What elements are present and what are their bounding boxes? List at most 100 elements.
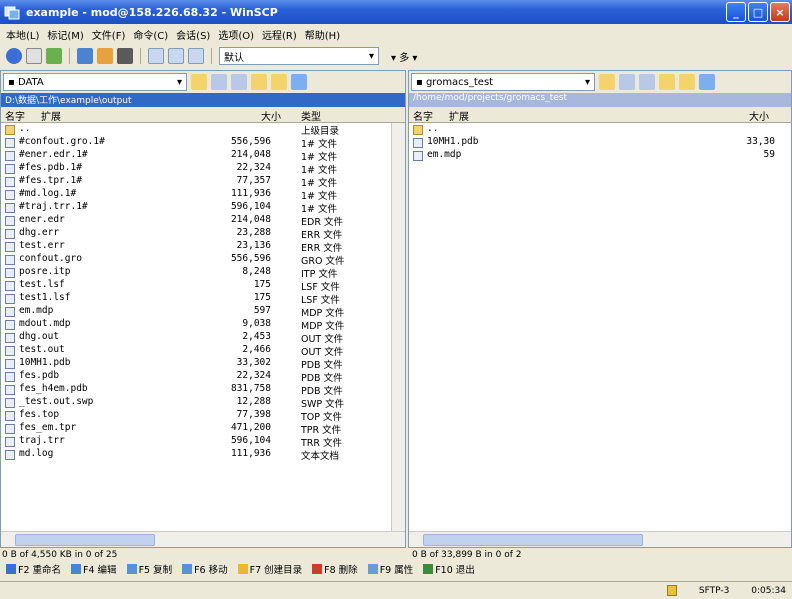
menu-help[interactable]: 帮助(H) [305,27,340,42]
root-dir-icon[interactable] [271,74,287,90]
file-row[interactable]: #fes.pdb.1# 22,324 1# 文件 [1,162,391,176]
file-row[interactable]: test.lsf 175 LSF 文件 [1,279,391,293]
file-name: test.out [19,344,65,355]
preferences-icon[interactable] [117,48,133,64]
file-row[interactable]: dhg.out 2,453 OUT 文件 [1,331,391,345]
col-size[interactable]: 大小 [749,108,769,123]
menu-commands[interactable]: 命令(C) [133,27,168,42]
command-button[interactable]: F6 移动 [182,562,228,576]
command-icon [237,564,248,574]
local-pane: ▪ DATA ▾ D:\数据\工作\example\output 名字 扩展 大… [0,70,406,548]
file-size: 111,936 [230,448,271,459]
file-row[interactable]: posre.itp 8,248 ITP 文件 [1,266,391,280]
remote-dir-select[interactable]: ▪ gromacs_test ▾ [411,73,595,91]
file-icon [413,151,423,161]
command-label: F6 移动 [194,565,228,576]
file-row[interactable]: 10MH1.pdb 33,30 [409,136,777,149]
command-button[interactable]: F10 退出 [423,562,475,576]
command-button[interactable]: F8 删除 [312,562,358,576]
file-name: confout.gro [19,253,82,264]
file-row[interactable]: .. [409,123,777,136]
compare-icon[interactable] [46,48,62,64]
view-details-icon[interactable] [168,48,184,64]
file-row[interactable]: #traj.trr.1# 596,104 1# 文件 [1,201,391,215]
file-row[interactable]: #confout.gro.1# 556,596 1# 文件 [1,136,391,150]
refresh-icon[interactable] [699,74,715,90]
file-row[interactable]: _test.out.swp 12,288 SWP 文件 [1,396,391,410]
col-ext[interactable]: 扩展 [41,108,61,123]
local-vertical-scrollbar[interactable] [391,123,405,531]
file-row[interactable]: dhg.err 23,288 ERR 文件 [1,227,391,241]
file-row[interactable]: ener.edr 214,048 EDR 文件 [1,214,391,228]
file-row[interactable]: fes.pdb 22,324 PDB 文件 [1,370,391,384]
file-type: 1# 文件 [301,152,338,163]
back-icon[interactable] [619,74,635,90]
local-horizontal-scrollbar[interactable] [1,531,405,547]
command-icon [367,564,378,574]
menu-session[interactable]: 会话(S) [176,27,210,42]
menu-remote[interactable]: 远程(R) [262,27,297,42]
file-icon [5,385,15,395]
file-row[interactable]: test.out 2,466 OUT 文件 [1,344,391,358]
refresh-icon[interactable] [291,74,307,90]
root-dir-icon[interactable] [679,74,695,90]
command-button[interactable]: F5 复制 [126,562,172,576]
menu-local[interactable]: 本地(L) [6,27,39,42]
file-row[interactable]: fes_em.tpr 471,200 TPR 文件 [1,422,391,436]
putty-icon[interactable] [97,48,113,64]
view-list-icon[interactable] [148,48,164,64]
forward-icon[interactable] [639,74,655,90]
file-row[interactable]: #fes.tpr.1# 77,357 1# 文件 [1,175,391,189]
file-icon [5,437,15,447]
open-folder-icon[interactable] [191,74,207,90]
command-button[interactable]: F2 重命名 [6,562,61,576]
back-icon[interactable] [211,74,227,90]
menu-mark[interactable]: 标记(M) [47,27,83,42]
file-row[interactable]: 10MH1.pdb 33,302 PDB 文件 [1,357,391,371]
command-button[interactable]: F9 属性 [367,562,414,576]
file-row[interactable]: em.mdp 597 MDP 文件 [1,305,391,319]
command-button[interactable]: F4 编辑 [71,562,117,576]
file-row[interactable]: .. 上级目录 [1,123,391,137]
file-row[interactable]: fes_h4em.pdb 831,758 PDB 文件 [1,383,391,397]
transfer-options-dropdown[interactable]: ▾ 多 ▾ [391,49,417,64]
close-button[interactable]: × [770,2,790,22]
col-type[interactable]: 类型 [301,108,321,123]
parent-dir-icon[interactable] [251,74,267,90]
col-name[interactable]: 名字 [413,108,433,123]
command-label: F9 属性 [379,565,414,576]
queue-icon[interactable] [26,48,42,64]
file-row[interactable]: test.err 23,136 ERR 文件 [1,240,391,254]
remote-horizontal-scrollbar[interactable] [409,531,791,547]
file-row[interactable]: #md.log.1# 111,936 1# 文件 [1,188,391,202]
file-row[interactable]: traj.trr 596,104 TRR 文件 [1,435,391,449]
menu-files[interactable]: 文件(F) [92,27,126,42]
file-icon [5,424,15,434]
maximize-button[interactable]: □ [748,2,768,22]
synchronize-icon[interactable] [6,48,22,64]
parent-folder-icon [413,125,423,135]
col-size[interactable]: 大小 [261,108,281,123]
file-row[interactable]: md.log 111,936 文本文档 [1,448,391,462]
file-row[interactable]: fes.top 77,398 TOP 文件 [1,409,391,423]
col-ext[interactable]: 扩展 [449,108,469,123]
file-icon [5,164,15,174]
forward-icon[interactable] [231,74,247,90]
file-row[interactable]: test1.lsf 175 LSF 文件 [1,292,391,306]
open-folder-icon[interactable] [599,74,615,90]
command-button[interactable]: F7 创建目录 [237,562,302,576]
file-row[interactable]: #ener.edr.1# 214,048 1# 文件 [1,149,391,163]
console-icon[interactable] [77,48,93,64]
remote-status: 0 B of 33,899 B in 0 of 2 [412,550,522,560]
parent-dir-icon[interactable] [659,74,675,90]
file-row[interactable]: em.mdp 59 [409,149,777,162]
view-icons-icon[interactable] [188,48,204,64]
menu-options[interactable]: 选项(O) [218,27,254,42]
minimize-button[interactable]: _ [726,2,746,22]
file-name: fes.top [19,409,60,420]
file-row[interactable]: confout.gro 556,596 GRO 文件 [1,253,391,267]
col-name[interactable]: 名字 [5,108,25,123]
local-drive-select[interactable]: ▪ DATA ▾ [3,73,187,91]
file-row[interactable]: mdout.mdp 9,038 MDP 文件 [1,318,391,332]
transfer-profile-select[interactable]: 默认 ▾ [219,47,379,65]
